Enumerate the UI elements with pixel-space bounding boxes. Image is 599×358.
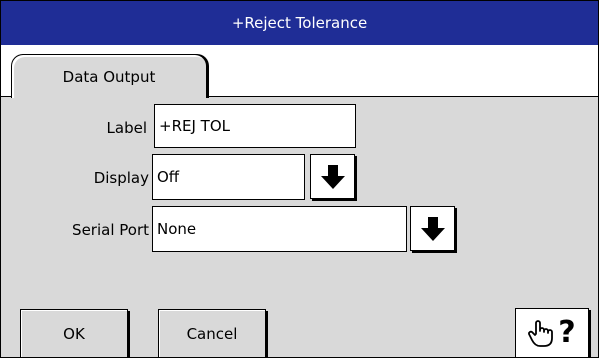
help-question-mark: ? [558,315,576,350]
serial-port-select[interactable]: None [152,206,407,252]
dialog-window: +Reject Tolerance Data Output Label +REJ… [0,0,599,358]
serial-port-dropdown-button[interactable] [410,206,455,251]
title-bar: +Reject Tolerance [1,1,598,45]
window-title: +Reject Tolerance [231,14,368,32]
help-hand-icon [528,320,554,347]
cancel-button-label: Cancel [186,325,238,343]
arrow-down-icon [320,164,345,189]
ok-button-label: OK [63,325,85,343]
arrow-down-icon [420,216,445,241]
display-select-value: Off [157,168,180,186]
cancel-button[interactable]: Cancel [158,309,266,357]
serial-port-select-value: None [157,220,197,238]
ok-button[interactable]: OK [20,309,128,357]
serial-port-caption: Serial Port [72,221,149,239]
tab-data-output[interactable]: Data Output [11,54,207,98]
label-input[interactable]: +REJ TOL [154,104,356,148]
tab-strip: Data Output [1,45,598,98]
display-dropdown-button[interactable] [310,154,355,199]
tab-data-output-label: Data Output [62,67,156,86]
display-caption: Display [93,169,149,187]
display-select[interactable]: Off [152,154,305,200]
label-caption: Label [106,119,147,137]
label-input-value: +REJ TOL [159,117,230,135]
help-button[interactable]: ? [515,308,589,357]
